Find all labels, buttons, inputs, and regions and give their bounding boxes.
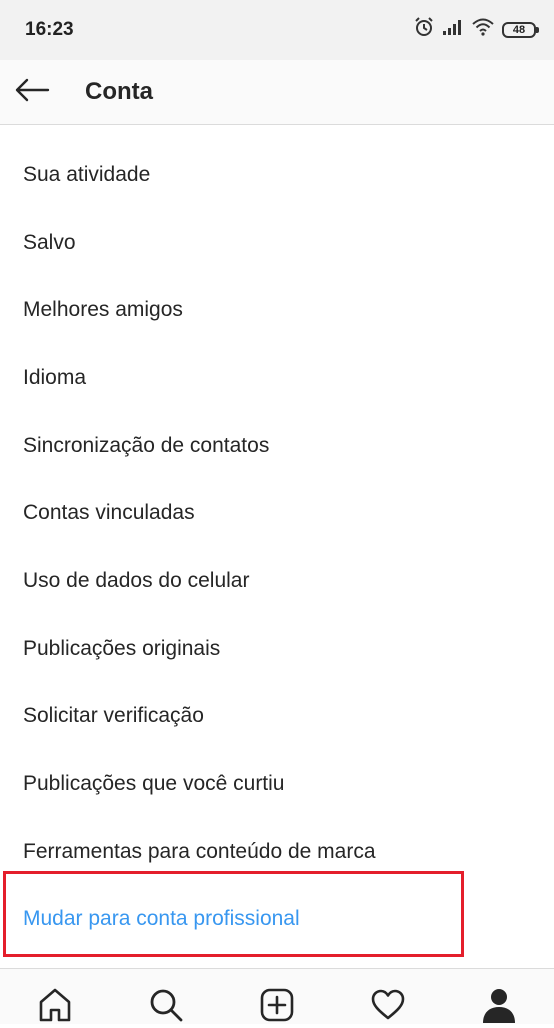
profile-icon [481, 987, 517, 1027]
status-time: 16:23 [25, 19, 74, 40]
menu-item-sua-atividade[interactable]: Sua atividade [0, 141, 554, 209]
menu-item-ferramentas-conteudo-marca[interactable]: Ferramentas para conteúdo de marca [0, 818, 554, 886]
menu-item-publicacoes-originais[interactable]: Publicações originais [0, 615, 554, 683]
nav-home[interactable] [30, 987, 80, 1027]
menu-item-solicitar-verificacao[interactable]: Solicitar verificação [0, 683, 554, 751]
menu-item-sincronizacao-contatos[interactable]: Sincronização de contatos [0, 412, 554, 480]
nav-search[interactable] [141, 987, 191, 1027]
menu-item-idioma[interactable]: Idioma [0, 344, 554, 412]
nav-profile[interactable] [474, 987, 524, 1027]
menu-item-publicacoes-curtidas[interactable]: Publicações que você curtiu [0, 750, 554, 818]
back-button[interactable] [12, 74, 52, 110]
status-bar: 16:23 48 [0, 0, 554, 60]
menu-item-melhores-amigos[interactable]: Melhores amigos [0, 276, 554, 344]
back-arrow-icon [14, 78, 50, 107]
signal-icon [442, 19, 464, 40]
home-icon [37, 987, 73, 1027]
menu-item-uso-de-dados[interactable]: Uso de dados do celular [0, 547, 554, 615]
status-icons: 48 [414, 17, 539, 42]
menu-item-contas-vinculadas[interactable]: Contas vinculadas [0, 479, 554, 547]
nav-new-post[interactable] [252, 987, 302, 1027]
alarm-icon [414, 17, 434, 42]
search-icon [148, 987, 184, 1027]
account-menu-list: Sua atividade Salvo Melhores amigos Idio… [0, 141, 554, 953]
bottom-nav [0, 968, 554, 1024]
app-header: Conta [0, 60, 554, 125]
activity-heart-icon [370, 987, 406, 1027]
battery-icon: 48 [502, 21, 539, 38]
wifi-icon [472, 18, 494, 41]
menu-item-mudar-conta-profissional[interactable]: Mudar para conta profissional [0, 886, 554, 954]
nav-activity[interactable] [363, 987, 413, 1027]
new-post-icon [259, 987, 295, 1027]
menu-item-salvo[interactable]: Salvo [0, 209, 554, 277]
page-title: Conta [85, 78, 153, 105]
